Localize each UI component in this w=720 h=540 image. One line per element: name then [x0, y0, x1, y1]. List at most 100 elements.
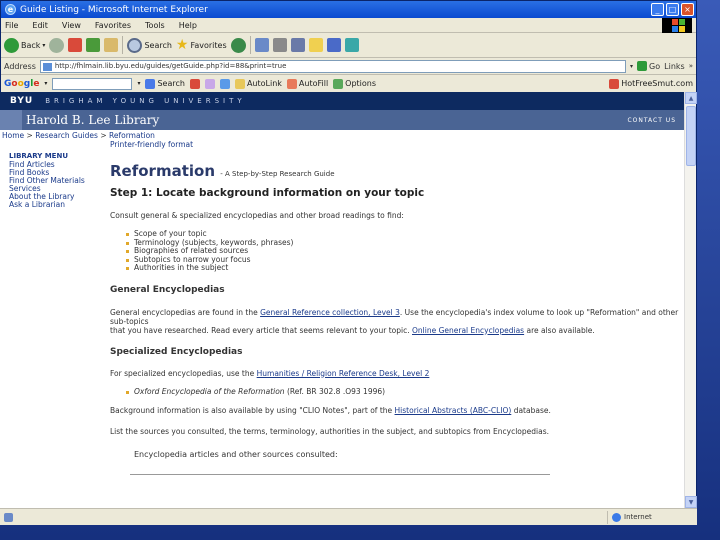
- internet-globe-icon: [612, 512, 621, 522]
- topic-bullet-list: Scope of your topic Terminology (subject…: [126, 229, 680, 273]
- go-button[interactable]: Go: [637, 61, 660, 71]
- options-button[interactable]: Options: [333, 78, 376, 89]
- scroll-down-icon[interactable]: ▼: [685, 496, 697, 508]
- back-arrow-icon: [4, 37, 19, 53]
- address-bar: Address http://fhlmain.lib.byu.edu/guide…: [1, 58, 696, 75]
- links-button[interactable]: Links: [664, 62, 685, 71]
- maximize-button[interactable]: □: [666, 3, 679, 16]
- popup-blocker-icon[interactable]: [204, 78, 215, 89]
- step-heading: Step 1: Locate background information on…: [110, 187, 425, 199]
- google-search-button[interactable]: Search: [145, 78, 185, 89]
- guide-content: Reformation - A Step-by-Step Research Gu…: [110, 162, 680, 475]
- search-button[interactable]: Search: [127, 37, 172, 53]
- breadcrumb-research-guides[interactable]: Research Guides: [35, 131, 98, 140]
- page-subtitle: - A Step-by-Step Research Guide: [220, 170, 335, 178]
- chevron-right-icon[interactable]: »: [689, 62, 693, 70]
- sidenav-item-ask[interactable]: Ask a Librarian: [9, 201, 85, 209]
- window-title: Guide Listing - Microsoft Internet Explo…: [20, 4, 208, 15]
- home-icon[interactable]: [104, 38, 119, 52]
- contact-us-link[interactable]: CONTACT US: [627, 117, 676, 124]
- page-icon: [42, 62, 52, 71]
- autolink-icon: [234, 78, 245, 89]
- autolink-button[interactable]: AutoLink: [234, 78, 282, 89]
- google-search-input[interactable]: [52, 77, 133, 90]
- general-encyclopedias-heading: General Encyclopedias: [110, 284, 225, 295]
- write-in-line: [130, 474, 550, 475]
- library-name[interactable]: Harold B. Lee Library: [26, 113, 159, 127]
- byu-header: BYU BRIGHAM YOUNG UNIVERSITY: [0, 92, 684, 110]
- breadcrumb-current: Reformation: [109, 131, 155, 140]
- historical-abstracts-link[interactable]: Historical Abstracts (ABC-CLIO): [395, 406, 512, 415]
- print-icon[interactable]: [272, 38, 287, 52]
- scroll-up-icon[interactable]: ▲: [685, 92, 697, 104]
- breadcrumb: Home > Research Guides > Reformation: [2, 131, 155, 140]
- toolbar-separator: [122, 36, 124, 54]
- page-viewport: BYU BRIGHAM YOUNG UNIVERSITY Harold B. L…: [0, 92, 684, 508]
- page-title: Reformation - A Step-by-Step Research Gu…: [110, 162, 335, 180]
- address-dropdown-icon[interactable]: ▾: [630, 63, 633, 70]
- close-button[interactable]: ×: [681, 3, 694, 16]
- autofill-button[interactable]: AutoFill: [286, 78, 328, 89]
- online-encyclopedias-link[interactable]: Online General Encyclopedias: [412, 326, 524, 335]
- pagerank-icon: [189, 78, 200, 89]
- chevron-down-icon[interactable]: ▾: [44, 80, 47, 87]
- status-bar: Internet: [0, 508, 697, 525]
- library-header: Harold B. Lee Library CONTACT US: [0, 110, 684, 130]
- chevron-down-icon: ▾: [42, 41, 46, 49]
- library-menu-heading: LIBRARY MENU: [9, 152, 69, 160]
- vertical-scrollbar[interactable]: ▲ ▼: [684, 92, 697, 508]
- menu-bar: File Edit View Favorites Tools Help: [1, 18, 696, 33]
- background-text: Background information is also available…: [110, 406, 551, 415]
- address-input[interactable]: http://fhlmain.lib.byu.edu/guides/getGui…: [39, 59, 627, 73]
- research-icon[interactable]: [344, 38, 359, 52]
- scrollbar-thumb[interactable]: [686, 106, 696, 166]
- standard-toolbar: Back ▾ Search ★ Favorites: [1, 33, 696, 58]
- menu-favorites[interactable]: Favorites: [95, 21, 131, 30]
- history-icon[interactable]: [230, 37, 246, 53]
- university-name: BRIGHAM YOUNG UNIVERSITY: [45, 97, 246, 105]
- refresh-icon[interactable]: [86, 38, 101, 52]
- messenger-icon[interactable]: [326, 38, 341, 52]
- options-icon: [333, 78, 344, 89]
- menu-tools[interactable]: Tools: [145, 21, 165, 30]
- edit-icon[interactable]: [290, 38, 305, 52]
- mail-icon[interactable]: [254, 38, 269, 52]
- page-done-icon: [4, 512, 13, 522]
- menu-file[interactable]: File: [5, 21, 18, 30]
- minimize-button[interactable]: _: [651, 3, 664, 16]
- breadcrumb-home[interactable]: Home: [2, 131, 24, 140]
- status-zone: Internet: [607, 510, 697, 524]
- general-reference-link[interactable]: General Reference collection, Level 3: [260, 308, 400, 317]
- list-sources-text: List the sources you consulted, the term…: [110, 427, 549, 436]
- site-icon: [609, 78, 620, 89]
- ie-icon: e: [5, 4, 16, 15]
- chevron-down-icon[interactable]: ▾: [137, 80, 140, 87]
- printer-friendly-link[interactable]: Printer-friendly format: [110, 140, 193, 149]
- google-logo[interactable]: Google: [4, 79, 39, 89]
- highlight-icon[interactable]: [219, 78, 230, 89]
- go-arrow-icon: [637, 61, 648, 71]
- back-button[interactable]: Back ▾: [4, 37, 46, 53]
- search-icon: [127, 37, 143, 53]
- hotfreesmut-link[interactable]: HotFreeSmut.com: [609, 78, 693, 89]
- forward-arrow-icon[interactable]: [49, 37, 65, 53]
- specialized-text: For specialized encyclopedias, use the H…: [110, 368, 430, 378]
- favorites-button[interactable]: ★ Favorites: [176, 37, 227, 53]
- specialized-list: Oxford Encyclopedia of the Reformation (…: [126, 387, 680, 397]
- stop-icon[interactable]: [68, 38, 83, 52]
- library-logo-icon: [0, 110, 22, 130]
- specialized-encyclopedias-heading: Specialized Encyclopedias: [110, 346, 243, 357]
- menu-edit[interactable]: Edit: [32, 21, 48, 30]
- list-item: Authorities in the subject: [126, 263, 680, 273]
- windows-logo-icon: [662, 18, 692, 33]
- toolbar-separator: [249, 36, 251, 54]
- byu-logo[interactable]: BYU: [10, 96, 33, 106]
- intro-text: Consult general & specialized encycloped…: [110, 211, 404, 220]
- folder-icon[interactable]: [308, 38, 323, 52]
- menu-help[interactable]: Help: [179, 21, 197, 30]
- star-icon: ★: [175, 37, 189, 53]
- google-toolbar: Google ▾ ▾ Search AutoLink AutoFill Opti…: [1, 75, 696, 93]
- title-bar[interactable]: e Guide Listing - Microsoft Internet Exp…: [1, 1, 696, 18]
- humanities-desk-link[interactable]: Humanities / Religion Reference Desk, Le…: [257, 369, 430, 378]
- menu-view[interactable]: View: [62, 21, 81, 30]
